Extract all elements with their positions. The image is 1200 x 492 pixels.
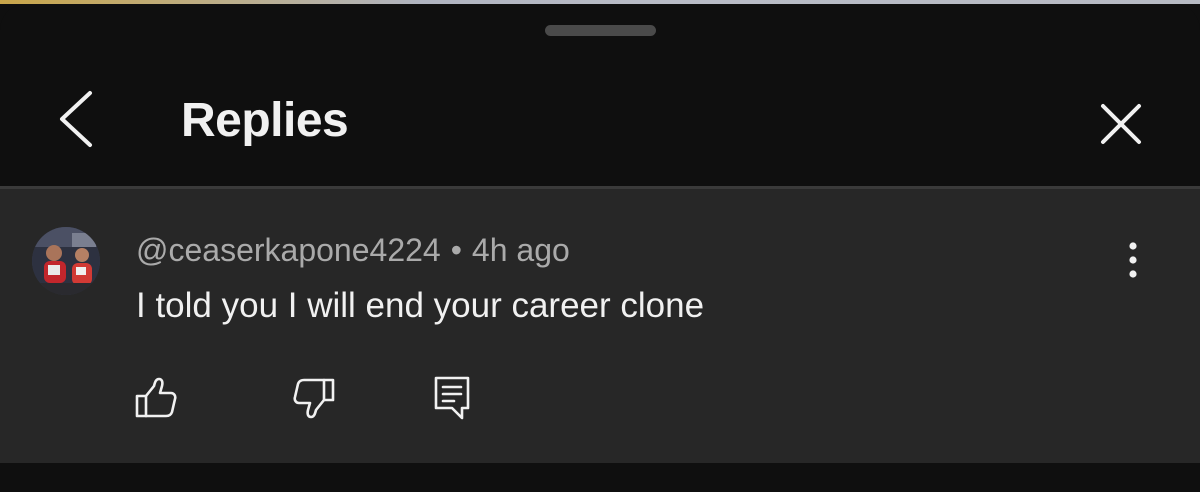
thumbs-down-icon xyxy=(293,378,335,419)
comment-meta: @ceaserkapone4224 • 4h ago xyxy=(136,230,570,270)
meta-separator: • xyxy=(450,232,462,268)
close-icon xyxy=(1101,104,1141,144)
page-title: Replies xyxy=(181,94,349,147)
like-button[interactable] xyxy=(132,374,180,422)
drag-handle[interactable] xyxy=(545,25,656,36)
close-button[interactable] xyxy=(1093,96,1149,152)
back-button[interactable] xyxy=(50,87,106,151)
sheet-bottom xyxy=(0,463,1200,492)
comment-text: I told you I will end your career clone xyxy=(136,286,705,325)
vertical-ellipsis-icon xyxy=(1129,242,1137,278)
comment-card: @ceaserkapone4224 • 4h ago I told you I wi… xyxy=(0,189,1200,463)
avatar[interactable] xyxy=(32,227,100,295)
reply-comment-icon xyxy=(434,376,470,420)
dislike-button[interactable] xyxy=(290,374,338,422)
thumbs-up-icon xyxy=(135,377,177,418)
comment-timestamp: 4h ago xyxy=(471,232,570,268)
more-options-button[interactable] xyxy=(1113,237,1153,285)
comment-author[interactable]: @ceaserkapone4224 xyxy=(136,232,441,268)
reply-button[interactable] xyxy=(430,374,478,422)
profile-photo-icon xyxy=(32,227,100,295)
replies-sheet: Replies @ceaserkapone4224 • 4h ago I tol… xyxy=(0,4,1200,492)
chevron-left-icon xyxy=(60,91,92,147)
sheet-header: Replies xyxy=(0,54,1200,186)
